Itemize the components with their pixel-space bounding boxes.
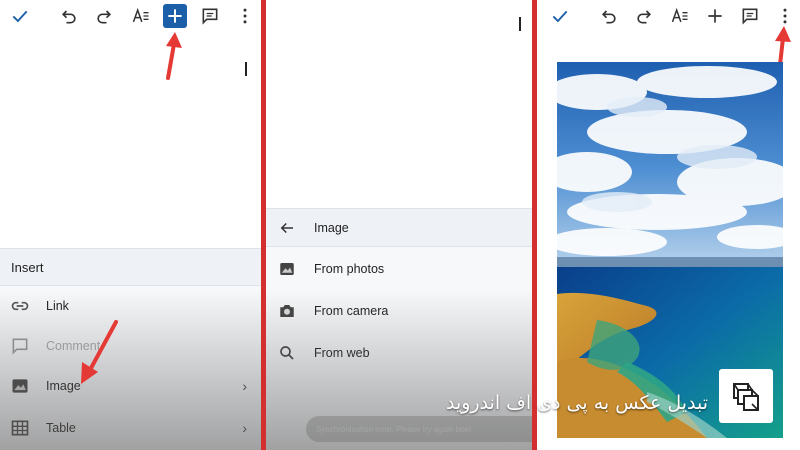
more-options-icon[interactable]: [233, 4, 257, 28]
insert-item-table[interactable]: Table ›: [0, 408, 261, 448]
text-cursor: [245, 62, 247, 76]
photos-icon: [280, 263, 294, 275]
image-sheet-title: Image: [314, 221, 349, 235]
source-item-web[interactable]: From web: [266, 333, 532, 373]
image-icon: [12, 379, 28, 393]
text-format-icon[interactable]: [129, 4, 153, 28]
caption-text: تبدیل عکس به پی دی اف اندروید: [445, 392, 708, 414]
camera-icon: [280, 305, 294, 317]
redo-icon[interactable]: [632, 4, 656, 28]
insert-item-label: Comment: [46, 339, 101, 353]
insert-item-link[interactable]: Link: [0, 286, 261, 326]
red-arrow-annotation: [166, 32, 182, 80]
source-item-label: From camera: [314, 304, 389, 318]
insert-item-comment[interactable]: Comment: [0, 326, 261, 366]
editor-toolbar: [0, 0, 261, 32]
chevron-right-icon: ›: [242, 378, 247, 394]
insert-item-image[interactable]: Image ›: [0, 366, 261, 406]
insert-bottom-sheet: Insert Link Comment Image › Table ›: [0, 248, 261, 450]
editor-panel-insert-menu: Insert Link Comment Image › Table ›: [0, 0, 261, 450]
search-icon: [280, 346, 294, 360]
insert-plus-button[interactable]: [703, 4, 727, 28]
insert-item-label: Link: [46, 299, 69, 313]
source-item-label: From photos: [314, 262, 385, 276]
sync-error-toast: Synchronisation error. Please try again …: [306, 416, 532, 442]
source-item-label: From web: [314, 346, 370, 360]
done-check-icon[interactable]: [548, 4, 572, 28]
comment-toolbar-icon[interactable]: [198, 4, 222, 28]
table-icon: [11, 420, 29, 436]
insert-item-label: Table: [46, 421, 76, 435]
chevron-right-icon: ›: [242, 420, 247, 436]
undo-icon[interactable]: [597, 4, 621, 28]
screenshot-stage: Insert Link Comment Image › Table › Imag…: [0, 0, 800, 450]
more-options-icon[interactable]: [773, 4, 797, 28]
source-item-camera[interactable]: From camera: [266, 291, 532, 331]
comment-toolbar-icon[interactable]: [738, 4, 762, 28]
comment-icon: [12, 338, 28, 355]
source-item-photos[interactable]: From photos: [266, 249, 532, 289]
insert-sheet-title: Insert: [0, 248, 261, 286]
text-format-icon[interactable]: [668, 4, 692, 28]
image-source-panel: Image From photos From camera From web S…: [266, 0, 532, 450]
brand-logo: [719, 369, 773, 423]
done-check-icon[interactable]: [8, 4, 32, 28]
text-cursor: [519, 17, 521, 31]
link-icon: [11, 301, 29, 311]
back-arrow-icon[interactable]: [278, 219, 296, 237]
insert-item-label: Image: [46, 379, 81, 393]
logo-cubes-icon: [733, 383, 759, 411]
insert-plus-button[interactable]: [163, 4, 187, 28]
image-sheet-header: Image: [266, 209, 532, 247]
redo-icon[interactable]: [92, 4, 116, 28]
editor-toolbar: [537, 0, 800, 32]
undo-icon[interactable]: [57, 4, 81, 28]
